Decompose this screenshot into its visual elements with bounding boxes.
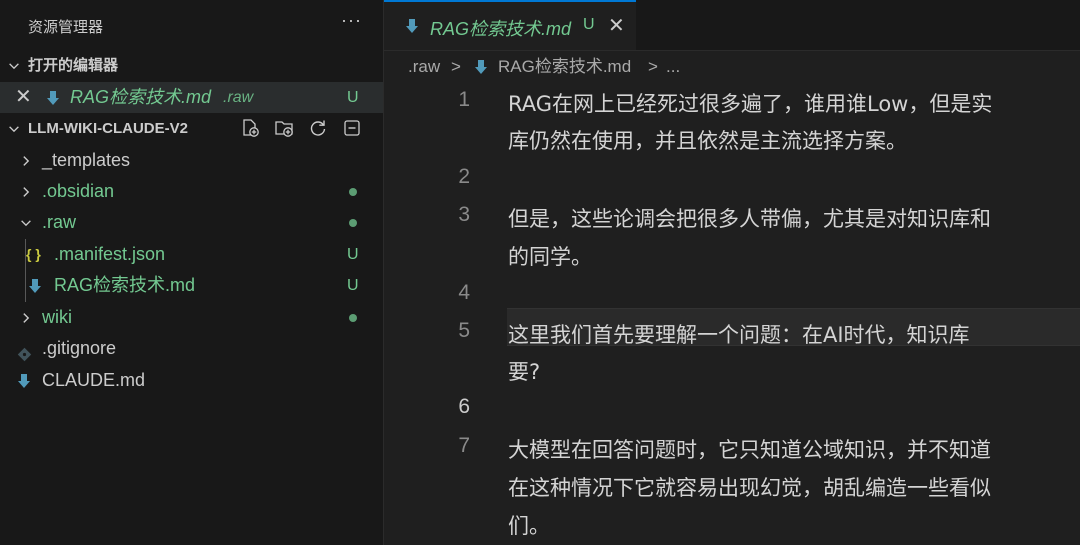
open-editor-name: RAG检索技术.md (70, 87, 212, 107)
markdown-file-icon (28, 278, 42, 294)
line-text: 要? (508, 360, 541, 384)
line-number: 7 (458, 434, 470, 457)
tree-item-manifest-json[interactable]: { } .manifest.json U (0, 239, 383, 270)
code-editor[interactable]: 1 RAG在网上已经死过很多遍了，谁用谁Low，但是实 库仍然在使用，并且依然是… (384, 82, 1080, 545)
untracked-badge: U (347, 246, 359, 263)
chevron-down-icon (6, 113, 22, 144)
git-status-dot (349, 314, 357, 322)
breadcrumb-separator: > (648, 57, 658, 76)
chevron-right-icon (18, 176, 34, 207)
breadcrumb: .raw > RAG检索技术.md > ... (384, 52, 1080, 82)
tree-item-label: .manifest.json (54, 244, 166, 264)
tree-item-obsidian[interactable]: .obsidian (0, 176, 383, 207)
tree-item-label: _templates (42, 150, 131, 170)
tab-rag-md[interactable]: RAG检索技术.md U ✕ (384, 0, 636, 50)
tree-item-label: wiki (42, 307, 72, 327)
line-number: 6 (458, 395, 470, 418)
collapse-all-icon[interactable] (342, 118, 362, 138)
breadcrumb-symbol[interactable]: ... (666, 52, 680, 82)
tree-item-label: .gitignore (42, 338, 117, 358)
line-text: 大模型在回答问题时，它只知道公域知识，并不知道 (508, 438, 991, 462)
tree-item-gitignore[interactable]: .gitignore (0, 333, 383, 364)
line-text: 这里我们首先要理解一个问题：在AI时代，知识库 (508, 323, 970, 347)
markdown-file-icon (474, 59, 488, 75)
tree-item-claude-md[interactable]: CLAUDE.md (0, 365, 383, 396)
project-section-header[interactable]: LLM-WIKI-CLAUDE-V2 (0, 113, 383, 144)
untracked-badge: U (583, 16, 595, 33)
breadcrumb-folder[interactable]: .raw (408, 52, 440, 82)
open-editor-item[interactable]: ✕ RAG检索技术.md .raw U (0, 82, 383, 113)
explorer-header: 资源管理器 ··· (0, 0, 383, 50)
line-text: 库仍然在使用，并且依然是主流选择方案。 (508, 129, 907, 153)
new-folder-icon[interactable] (274, 118, 294, 138)
line-number: 2 (458, 165, 470, 188)
tree-item-templates[interactable]: _templates (0, 145, 383, 176)
line-number: 5 (458, 319, 470, 342)
git-status-dot (349, 188, 357, 196)
chevron-down-icon (18, 207, 34, 238)
refresh-icon[interactable] (308, 118, 328, 138)
line-text: RAG在网上已经死过很多遍了，谁用谁Low，但是实 (508, 92, 993, 116)
tree-item-label: .obsidian (42, 181, 115, 201)
untracked-badge: U (347, 277, 359, 294)
line-text: 的同学。 (508, 245, 592, 269)
breadcrumb-file[interactable]: RAG检索技术.md (498, 52, 631, 82)
open-editors-label: 打开的编辑器 (28, 57, 119, 74)
explorer-sidebar: 资源管理器 ··· 打开的编辑器 ✕ RAG检索技术.md .raw U LLM… (0, 0, 384, 545)
close-icon[interactable]: ✕ (608, 13, 625, 38)
line-number: 1 (458, 88, 470, 111)
explorer-title: 资源管理器 (28, 19, 104, 36)
chevron-down-icon (6, 50, 22, 81)
new-file-icon[interactable] (240, 118, 260, 138)
line-number: 4 (458, 281, 470, 304)
project-actions (240, 118, 362, 138)
line-text: 在这种情况下它就容易出现幻觉，胡乱编造一些看似 (508, 476, 991, 500)
markdown-file-icon (405, 18, 419, 34)
project-label: LLM-WIKI-CLAUDE-V2 (28, 120, 188, 137)
json-file-icon: { } (26, 246, 41, 262)
chevron-right-icon (18, 145, 34, 176)
line-text: 但是，这些论调会把很多人带偏，尤其是对知识库和 (508, 207, 991, 231)
tree-item-label: RAG检索技术.md (54, 275, 196, 295)
tree-item-rag-md[interactable]: RAG检索技术.md U (0, 270, 383, 301)
tree-item-label: CLAUDE.md (42, 370, 146, 390)
editor-area: RAG检索技术.md U ✕ .raw > RAG检索技术.md > ... 1… (384, 0, 1080, 545)
tab-label: RAG检索技术.md (430, 19, 572, 39)
markdown-file-icon (17, 373, 31, 389)
tree-item-raw[interactable]: .raw (0, 207, 383, 238)
markdown-file-icon (46, 90, 60, 106)
line-text: 们。 (508, 514, 550, 538)
tree-item-wiki[interactable]: wiki (0, 302, 383, 333)
breadcrumb-separator: > (451, 57, 461, 76)
git-file-icon (17, 341, 32, 362)
chevron-right-icon (18, 302, 34, 333)
git-status-dot (349, 219, 357, 227)
close-icon[interactable]: ✕ (15, 82, 32, 113)
tab-bar: RAG检索技术.md U ✕ (384, 0, 1080, 51)
more-actions-icon[interactable]: ··· (341, 10, 362, 31)
untracked-badge: U (347, 89, 359, 106)
open-editor-description: .raw (223, 89, 254, 106)
line-number: 3 (458, 203, 470, 226)
tree-item-label: .raw (42, 212, 77, 232)
open-editors-section-header[interactable]: 打开的编辑器 (0, 50, 383, 81)
